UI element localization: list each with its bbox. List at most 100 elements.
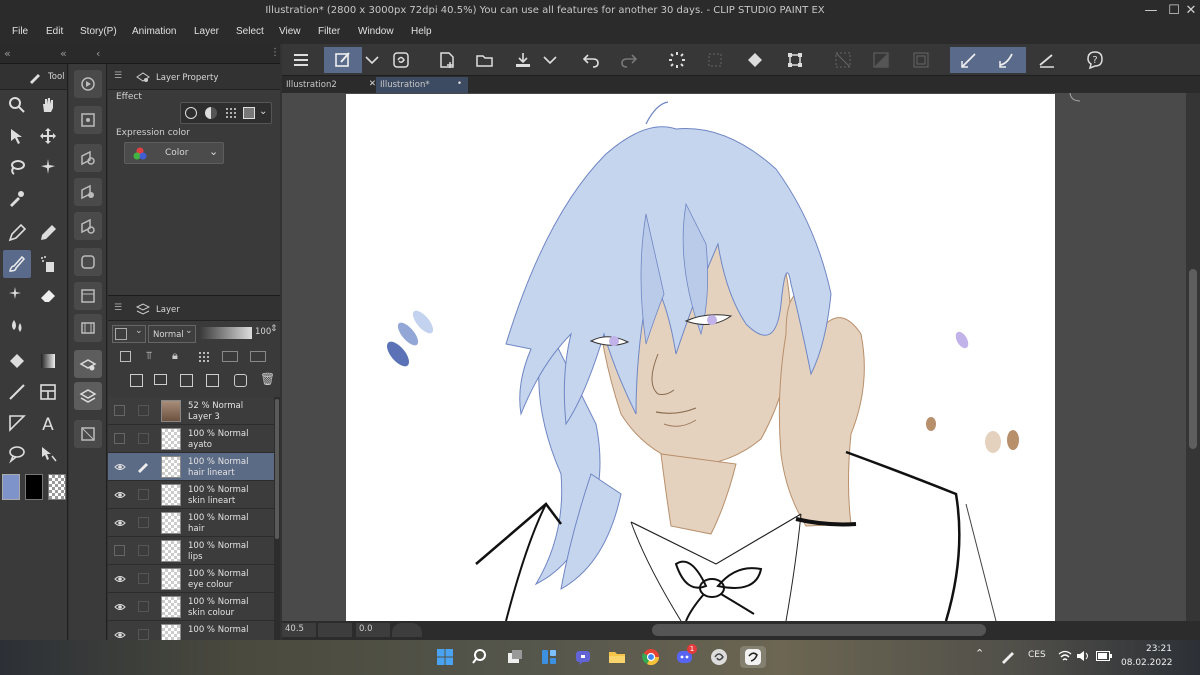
zoom-slider[interactable]: [318, 623, 352, 637]
chevron-left-icon[interactable]: ‹: [96, 47, 100, 60]
fill-tool-icon[interactable]: [3, 347, 31, 375]
new-file-icon[interactable]: [432, 47, 462, 73]
clear-selection-icon[interactable]: [700, 47, 730, 73]
layer-color-effect-icon[interactable]: [243, 107, 255, 119]
volume-icon[interactable]: [1076, 650, 1090, 662]
tab-illustration[interactable]: Illustration* •: [376, 77, 468, 93]
decoration-tool-icon[interactable]: [3, 281, 31, 309]
layer-lock-checkbox[interactable]: [138, 545, 149, 556]
illustration-artwork[interactable]: [346, 94, 1055, 621]
windows-start-icon[interactable]: [434, 646, 456, 668]
clip-studio-spiral-icon[interactable]: [386, 47, 416, 73]
pen-tool-icon[interactable]: [3, 219, 31, 247]
wifi-icon[interactable]: [1058, 650, 1072, 662]
eye-icon[interactable]: [114, 573, 126, 585]
pencil-tool-icon[interactable]: [34, 219, 62, 247]
layer-row[interactable]: 100 % Normal lips: [108, 537, 274, 565]
opacity-stepper-icon[interactable]: ⇕: [270, 324, 278, 334]
menu-filter[interactable]: Filter: [318, 26, 340, 37]
layer-property-dock-icon[interactable]: [74, 350, 102, 378]
animation-cels-icon[interactable]: [74, 314, 102, 342]
snap-to-ruler-icon[interactable]: [950, 47, 988, 73]
language-indicator[interactable]: CES: [1028, 650, 1046, 660]
eraser-tool-icon[interactable]: [34, 281, 62, 309]
expression-color-select[interactable]: Color ⌄: [124, 142, 224, 164]
hand-tool-icon[interactable]: [34, 91, 62, 119]
crop-icon[interactable]: [906, 47, 936, 73]
layer-list-scrollbar[interactable]: [274, 397, 280, 640]
unsaved-dot-icon[interactable]: •: [457, 79, 462, 89]
border-effect-icon[interactable]: [185, 107, 197, 119]
eye-icon[interactable]: [114, 489, 126, 501]
layer-settings-icon[interactable]: [74, 178, 102, 206]
menu-story[interactable]: Story(P): [80, 26, 117, 37]
clock-time[interactable]: 23:21: [1146, 644, 1172, 654]
layer-color-select[interactable]: ⌄: [112, 325, 146, 343]
transform-icon[interactable]: [780, 47, 810, 73]
layer-lock-checkbox[interactable]: [138, 433, 149, 444]
search-icon[interactable]: [470, 646, 492, 668]
operation-tool-icon[interactable]: [3, 122, 31, 150]
layer-lock-checkbox[interactable]: [138, 573, 149, 584]
main-color-swatch[interactable]: [2, 474, 20, 500]
chevron-up-icon[interactable]: ⌃: [975, 647, 984, 660]
layer-row[interactable]: 100 % Normal hair lineart: [108, 453, 274, 481]
layer-row[interactable]: 100 % Normal hair: [108, 509, 274, 537]
text-tool-icon[interactable]: A: [34, 409, 62, 437]
eye-icon[interactable]: [114, 461, 126, 473]
combine-down-icon[interactable]: [206, 374, 219, 387]
chevron-down-icon[interactable]: [540, 47, 560, 73]
ruler-tool-icon[interactable]: [3, 409, 31, 437]
vertical-scrollbar[interactable]: [1186, 93, 1200, 621]
layer-row[interactable]: 52 % Normal Layer 3: [108, 397, 274, 425]
tool-tab[interactable]: Tool: [0, 64, 67, 90]
pen-tray-icon[interactable]: [1000, 650, 1016, 664]
transparent-color-swatch[interactable]: [48, 474, 66, 500]
teams-chat-icon[interactable]: [572, 646, 594, 668]
balloon-tool-icon[interactable]: [3, 440, 31, 468]
correct-line-tool-icon[interactable]: [34, 440, 62, 468]
create-mask-icon[interactable]: [234, 374, 247, 387]
snap-to-special-ruler-icon[interactable]: [988, 47, 1026, 73]
layer-list-scroll-thumb[interactable]: [275, 399, 279, 539]
frame-tool-icon[interactable]: [34, 378, 62, 406]
layer-row[interactable]: 100 % Normal skin colour: [108, 593, 274, 621]
menu-animation[interactable]: Animation: [132, 26, 176, 37]
vertical-scroll-thumb[interactable]: [1189, 269, 1197, 449]
undo-icon[interactable]: [576, 47, 606, 73]
rotation-dial[interactable]: [392, 623, 422, 637]
gradient-tool-icon[interactable]: [34, 347, 62, 375]
clock-date[interactable]: 08.02.2022: [1121, 658, 1173, 668]
chevron-down-icon[interactable]: ⌄: [259, 106, 267, 117]
timeline-icon[interactable]: [74, 282, 102, 310]
menu-icon[interactable]: ☰: [114, 303, 122, 313]
layer-lock-checkbox[interactable]: [138, 629, 149, 640]
visibility-checkbox[interactable]: [114, 545, 125, 556]
select-all-icon[interactable]: [828, 47, 858, 73]
lock-icon[interactable]: 🔒︎: [172, 349, 178, 363]
eye-icon[interactable]: [114, 517, 126, 529]
clip-layer-icon[interactable]: [120, 351, 131, 362]
brush-tool-icon[interactable]: [3, 250, 31, 278]
history-icon[interactable]: [74, 420, 102, 448]
mask-icon[interactable]: [222, 351, 238, 362]
lasso-tool-icon[interactable]: [3, 153, 31, 181]
canvas[interactable]: [346, 94, 1055, 621]
invert-selection-icon[interactable]: [866, 47, 896, 73]
menu-select[interactable]: Select: [236, 26, 264, 37]
loading-spinner-icon[interactable]: [662, 47, 692, 73]
extract-line-icon[interactable]: [205, 107, 217, 119]
material-icon[interactable]: [74, 248, 102, 276]
menu-view[interactable]: View: [279, 26, 301, 37]
redo-icon[interactable]: [614, 47, 644, 73]
menu-layer[interactable]: Layer: [194, 26, 219, 37]
layer-lock-checkbox[interactable]: [138, 489, 149, 500]
zoom-tool-icon[interactable]: [3, 91, 31, 119]
layer-filter-icon[interactable]: [74, 212, 102, 240]
collapse-mid-icon[interactable]: «: [60, 47, 67, 60]
layer-property-tab[interactable]: ☰ Layer Property: [108, 64, 280, 90]
close-icon[interactable]: ✕: [369, 79, 376, 89]
layer-row[interactable]: 100 % Normal eye colour: [108, 565, 274, 593]
blend-tool-icon[interactable]: [3, 312, 31, 340]
clip-studio-paint-icon[interactable]: [740, 646, 766, 668]
